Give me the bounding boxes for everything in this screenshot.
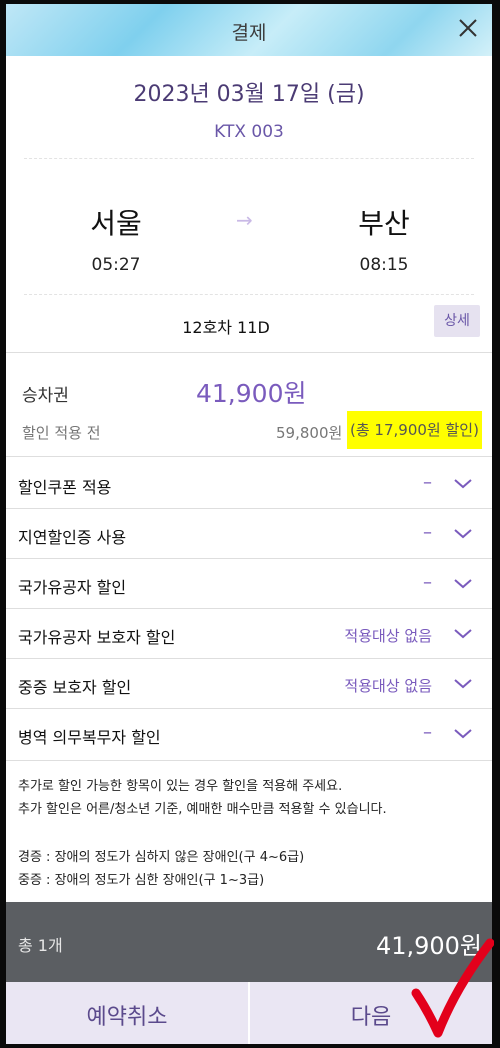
cancel-reservation-button[interactable]: 예약취소 (6, 982, 248, 1044)
chevron-down-icon[interactable] (452, 522, 474, 544)
notice-line: 추가로 할인 가능한 항목이 있는 경우 할인을 적용해 주세요. (18, 779, 343, 794)
discount-option-label: 중증 보호자 할인 (18, 678, 132, 697)
divider (6, 352, 492, 353)
red-checkmark-annotation (411, 938, 494, 1038)
ticket-price: 41,900원 (196, 379, 307, 408)
discount-option-row[interactable]: 국가유공자 보호자 할인 적용대상 없음 (6, 610, 492, 660)
ticket-label: 승차권 (22, 386, 69, 406)
before-discount-label: 할인 적용 전 (22, 424, 101, 442)
divider (6, 760, 492, 761)
total-count: 총 1개 (18, 936, 63, 955)
discount-option-value: – (423, 472, 432, 493)
discount-option-value: 적용대상 없음 (344, 627, 432, 645)
before-discount-price: 59,800원 (276, 424, 343, 442)
departure-station: 서울 (90, 207, 142, 240)
dialog-title: 결제 (231, 22, 267, 44)
discount-option-label: 할인쿠폰 적용 (18, 478, 112, 497)
train-number: KTX 003 (214, 122, 284, 142)
discount-option-label: 병역 의무복무자 할인 (18, 728, 161, 747)
discount-option-row[interactable]: 중증 보호자 할인 적용대상 없음 (6, 660, 492, 710)
divider (24, 158, 474, 159)
divider (24, 294, 474, 295)
seat-info: 12호차 11D (182, 318, 270, 337)
divider (6, 508, 492, 509)
discount-option-value: – (423, 522, 432, 543)
header-bar: 결제 (6, 4, 492, 56)
discount-option-label: 국가유공자 할인 (18, 578, 127, 597)
discount-option-value: 적용대상 없음 (344, 677, 432, 695)
discount-total-highlight: (총 17,900원 할인) (347, 411, 482, 449)
departure-time: 05:27 (91, 255, 141, 275)
close-button[interactable] (454, 14, 482, 42)
chevron-down-icon[interactable] (452, 572, 474, 594)
arrow-right-icon: → (236, 208, 253, 232)
notice-line: 추가 할인은 어른/청소년 기준, 예매한 매수만큼 적용할 수 있습니다. (18, 802, 387, 817)
discount-option-row[interactable]: 지연할인증 사용 – (6, 510, 492, 560)
discount-option-value: – (423, 572, 432, 593)
notice-line: 중증 : 장애의 정도가 심한 장애인(구 1~3급) (18, 873, 265, 888)
discount-option-label: 지연할인증 사용 (18, 528, 127, 547)
chevron-down-icon[interactable] (452, 722, 474, 744)
discount-option-row[interactable]: 할인쿠폰 적용 – (6, 460, 492, 510)
discount-option-value: – (423, 722, 432, 743)
chevron-down-icon[interactable] (452, 622, 474, 644)
arrival-time: 08:15 (359, 255, 409, 275)
divider (6, 658, 492, 659)
chevron-down-icon[interactable] (452, 672, 474, 694)
divider (6, 608, 492, 609)
divider (6, 708, 492, 709)
travel-date: 2023년 03월 17일 (금) (133, 82, 365, 107)
divider (6, 456, 492, 457)
discount-option-label: 국가유공자 보호자 할인 (18, 628, 176, 647)
discount-option-row[interactable]: 병역 의무복무자 할인 – (6, 710, 492, 760)
detail-button[interactable]: 상세 (434, 305, 480, 337)
payment-dialog: 결제 2023년 03월 17일 (금) KTX 003 서울 05:27 → … (6, 4, 492, 1044)
chevron-down-icon[interactable] (452, 472, 474, 494)
divider (6, 558, 492, 559)
arrival-station: 부산 (358, 207, 410, 240)
close-icon (459, 19, 477, 37)
notice-line: 경증 : 장애의 정도가 심하지 않은 장애인(구 4~6급) (18, 850, 305, 865)
discount-option-row[interactable]: 국가유공자 할인 – (6, 560, 492, 610)
